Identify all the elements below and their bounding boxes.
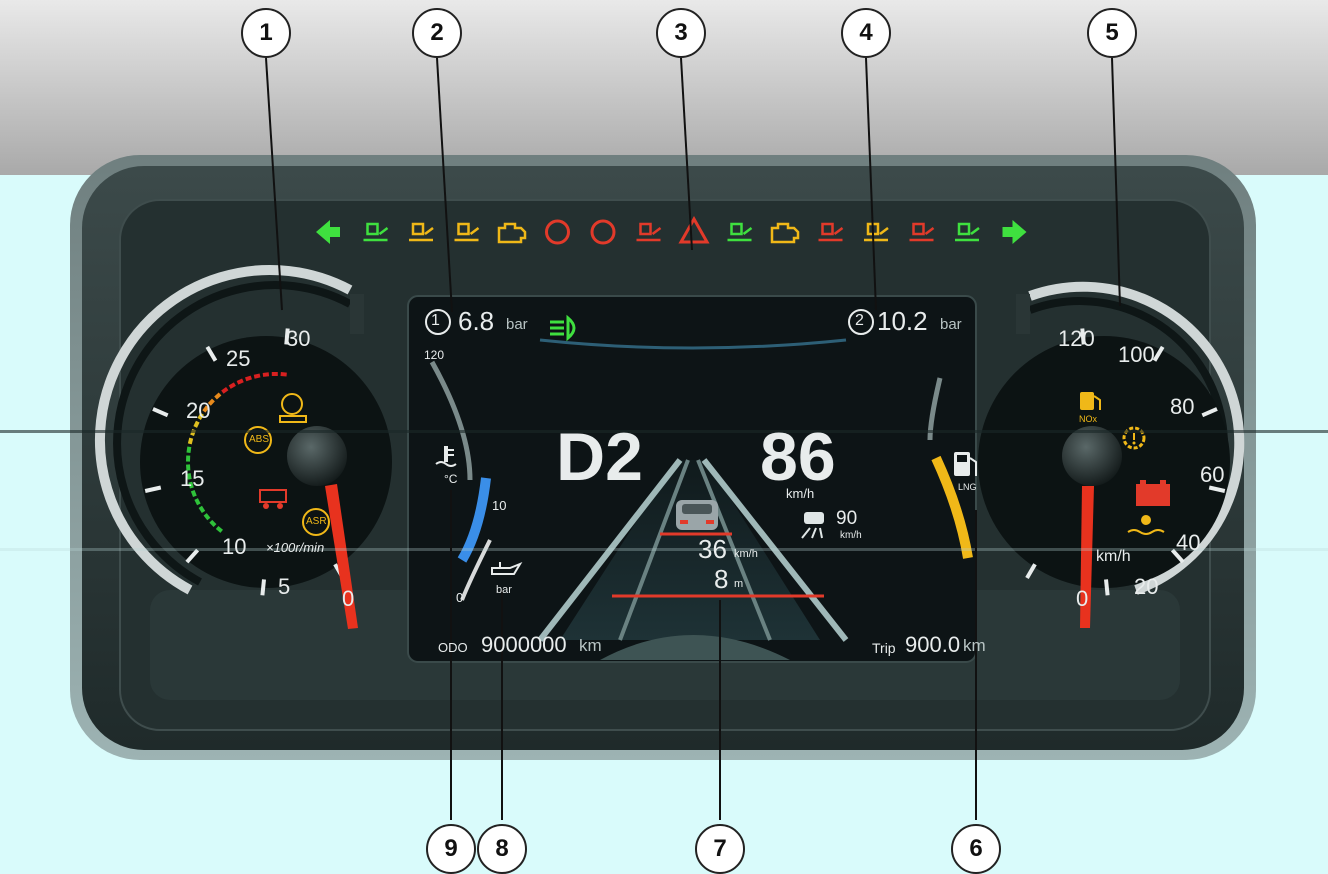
callout-5: 5 bbox=[1087, 8, 1137, 58]
callout-9: 9 bbox=[426, 824, 476, 874]
tacho-unit: ×100r/min bbox=[266, 540, 325, 555]
gear-indicator: D2 bbox=[556, 419, 643, 495]
coolant-max-label: 120 bbox=[424, 348, 445, 362]
following-distance-unit: m bbox=[734, 578, 744, 590]
trip-unit: km bbox=[963, 636, 986, 655]
odometer-unit: km bbox=[579, 636, 602, 655]
tacho-tick-10: 10 bbox=[222, 534, 247, 559]
tacho-redline-block bbox=[350, 294, 364, 334]
speedo-tick-120: 120 bbox=[1058, 326, 1095, 351]
tacho-tick-30: 30 bbox=[286, 326, 311, 351]
tacho-major-tick-1 bbox=[260, 579, 266, 596]
speedo-tick-60: 60 bbox=[1200, 462, 1225, 487]
tacho-hub bbox=[287, 426, 347, 486]
oil-pressure-unit: bar bbox=[496, 584, 512, 596]
rev-band-segment bbox=[186, 446, 192, 454]
tacho-tick-20: 20 bbox=[186, 398, 211, 423]
coolant-unit: °C bbox=[444, 472, 458, 486]
speedo-tick-40: 40 bbox=[1176, 530, 1201, 555]
speedo-tick-20: 20 bbox=[1134, 574, 1159, 599]
circuit2-pressure-value: 10.2 bbox=[877, 306, 928, 336]
tacho-tick-0: 0 bbox=[342, 586, 355, 611]
vehicle-speed: 86 bbox=[760, 419, 836, 495]
oil-pressure-mark: 10 bbox=[492, 498, 507, 513]
callout-3: 3 bbox=[656, 8, 706, 58]
callout-8: 8 bbox=[477, 824, 527, 874]
speedo-hub bbox=[1062, 426, 1122, 486]
rev-band-segment bbox=[280, 372, 287, 377]
lead-vehicle-speed-unit: km/h bbox=[734, 548, 758, 560]
cruise-set-speed: 90 bbox=[836, 508, 858, 529]
lead-vehicle-icon bbox=[676, 500, 718, 530]
rev-band-segment bbox=[185, 455, 191, 462]
scanline-band bbox=[0, 430, 1328, 433]
circuit1-pressure-value: 6.8 bbox=[458, 306, 495, 336]
callout-7: 7 bbox=[695, 824, 745, 874]
instrument-cluster-diagram bbox=[0, 0, 1328, 874]
odometer-value: 9000000 bbox=[481, 632, 567, 657]
speedo-tick-80: 80 bbox=[1170, 394, 1195, 419]
callout-2: 2 bbox=[412, 8, 462, 58]
nox-label: NOx bbox=[1079, 414, 1097, 424]
asr-label: ASR bbox=[306, 516, 327, 527]
speedo-block bbox=[1016, 294, 1030, 334]
fuel-type-label: LNG bbox=[958, 482, 977, 492]
circuit1-pressure-unit: bar bbox=[506, 316, 528, 333]
circuit1-symbol: 1 bbox=[431, 312, 440, 329]
odo-label: ODO bbox=[438, 640, 468, 655]
circuit2-pressure-unit: bar bbox=[940, 316, 962, 333]
speedo-tick-100: 100 bbox=[1118, 342, 1155, 367]
callout-4: 4 bbox=[841, 8, 891, 58]
vehicle-speed-unit: km/h bbox=[786, 486, 815, 501]
lead-vehicle-speed: 36 bbox=[698, 534, 727, 564]
trip-label: Trip bbox=[872, 640, 896, 656]
callout-1: 1 bbox=[241, 8, 291, 58]
trip-value: 900.0 bbox=[905, 632, 961, 657]
cruise-set-speed-unit: km/h bbox=[840, 530, 862, 541]
tacho-tick-5: 5 bbox=[278, 574, 291, 599]
speedo-tick-0: 0 bbox=[1076, 586, 1089, 611]
rev-band-segment bbox=[271, 371, 278, 377]
rev-band-segment bbox=[262, 372, 270, 377]
speedo-major-tick-1 bbox=[1104, 579, 1110, 596]
following-distance: 8 bbox=[714, 564, 729, 594]
abs-label: ABS bbox=[249, 434, 270, 445]
tacho-tick-15: 15 bbox=[180, 466, 205, 491]
circuit2-symbol: 2 bbox=[855, 312, 864, 329]
oil-pressure-low-mark: 0 bbox=[456, 590, 464, 605]
callout-6: 6 bbox=[951, 824, 1001, 874]
tacho-tick-25: 25 bbox=[226, 346, 251, 371]
speedo-unit: km/h bbox=[1096, 548, 1131, 565]
